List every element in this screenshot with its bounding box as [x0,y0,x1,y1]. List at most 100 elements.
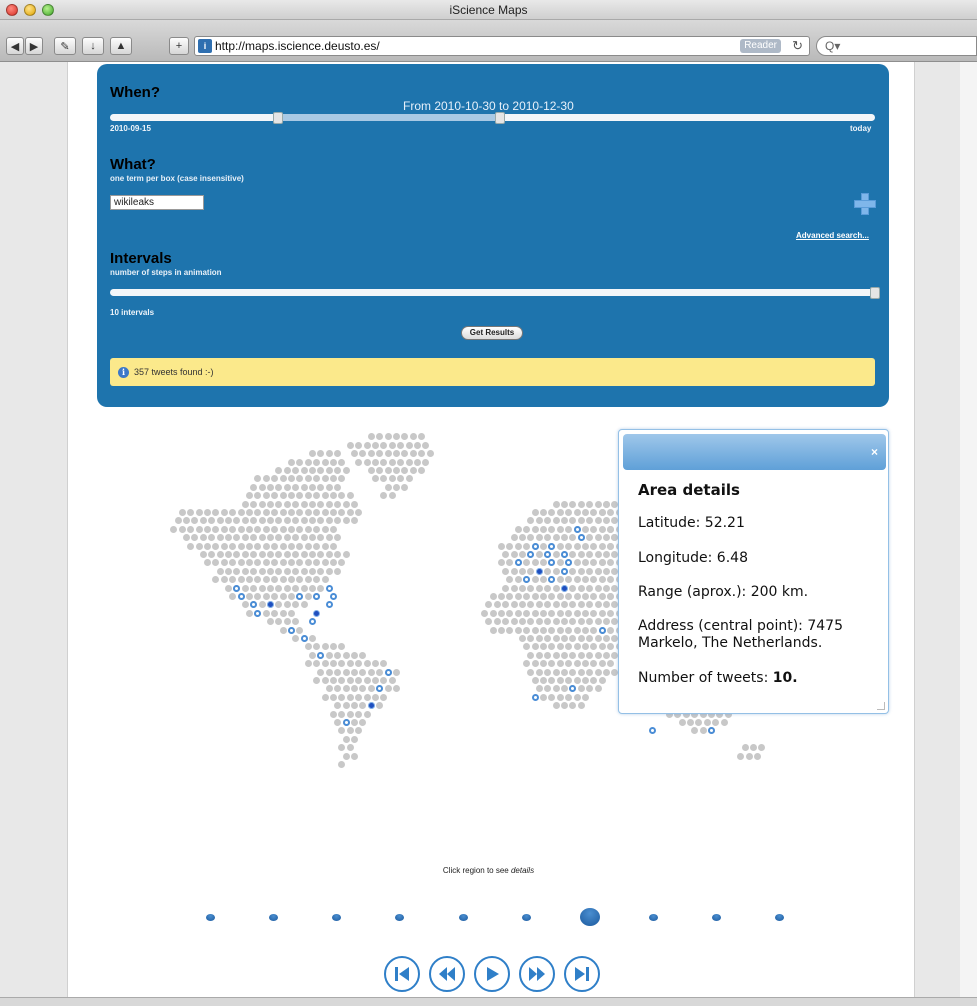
map-region[interactable] [519,584,526,592]
map-region[interactable] [393,668,400,676]
map-region[interactable] [346,727,354,735]
map-region[interactable] [204,559,211,567]
map-region[interactable] [346,677,354,684]
map-region[interactable] [220,576,228,584]
map-region[interactable] [216,517,224,525]
map-region[interactable] [561,685,568,693]
map-region[interactable] [695,719,703,726]
map-region[interactable] [325,651,333,659]
map-region[interactable] [590,609,598,617]
map-region[interactable] [233,517,241,525]
tweet-hotspot[interactable] [548,542,556,550]
map-region[interactable] [241,584,249,592]
map-region[interactable] [334,719,342,726]
map-region[interactable] [334,668,342,676]
map-region[interactable] [582,693,589,701]
intervals-slider-handle[interactable] [870,287,880,299]
map-region[interactable] [325,483,333,491]
map-region[interactable] [187,509,195,516]
map-region[interactable] [351,702,358,710]
map-region[interactable] [586,601,594,609]
map-region[interactable] [502,601,510,609]
map-region[interactable] [304,525,312,533]
map-region[interactable] [741,744,749,752]
map-region[interactable] [556,559,564,567]
map-region[interactable] [292,534,300,542]
map-region[interactable] [330,542,337,550]
map-region[interactable] [426,450,434,458]
map-region[interactable] [246,492,253,500]
map-region[interactable] [204,525,211,533]
map-region[interactable] [325,685,333,693]
tweet-hotspot[interactable] [514,559,522,567]
map-region[interactable] [577,584,585,592]
map-region[interactable] [498,609,505,617]
map-region[interactable] [309,584,316,592]
map-region[interactable] [565,509,573,516]
animation-step[interactable] [522,914,531,921]
map-region[interactable] [510,584,518,592]
map-region[interactable] [325,567,333,575]
map-region[interactable] [355,509,363,516]
map-region[interactable] [552,635,560,642]
map-region[interactable] [527,668,535,676]
map-region[interactable] [246,542,253,550]
animation-step[interactable] [205,914,215,921]
map-region[interactable] [607,626,615,634]
map-region[interactable] [254,509,262,516]
map-region[interactable] [334,467,342,474]
map-region[interactable] [288,492,295,500]
map-region[interactable] [603,651,610,659]
map-region[interactable] [372,441,379,449]
map-region[interactable] [292,618,300,626]
map-region[interactable] [304,559,312,567]
map-region[interactable] [258,551,266,558]
map-region[interactable] [233,534,241,542]
map-region[interactable] [397,475,405,483]
map-region[interactable] [296,559,304,567]
map-region[interactable] [246,593,253,600]
map-region[interactable] [372,677,379,684]
map-region[interactable] [317,483,325,491]
map-region[interactable] [556,660,564,668]
map-region[interactable] [372,475,379,483]
map-region[interactable] [304,593,312,600]
map-region[interactable] [414,458,421,466]
map-region[interactable] [321,677,329,684]
map-region[interactable] [376,668,384,676]
map-region[interactable] [342,467,350,474]
map-region[interactable] [514,609,522,617]
map-region[interactable] [393,450,400,458]
map-region[interactable] [246,525,253,533]
map-region[interactable] [283,567,291,575]
map-region[interactable] [586,551,594,558]
map-region[interactable] [607,609,615,617]
map-region[interactable] [262,576,270,584]
map-region[interactable] [573,626,581,634]
map-region[interactable] [262,593,270,600]
map-region[interactable] [271,525,279,533]
map-region[interactable] [330,525,337,533]
map-region[interactable] [191,534,199,542]
map-region[interactable] [342,651,350,659]
map-region[interactable] [577,551,585,558]
map-region[interactable] [170,525,178,533]
map-region[interactable] [309,635,316,642]
tweet-hotspot[interactable] [330,593,337,600]
map-region[interactable] [271,559,279,567]
map-region[interactable] [288,609,295,617]
map-region[interactable] [502,551,510,558]
map-region[interactable] [300,567,308,575]
map-region[interactable] [359,651,367,659]
map-region[interactable] [514,626,522,634]
map-region[interactable] [317,534,325,542]
map-region[interactable] [519,635,526,642]
map-region[interactable] [309,651,316,659]
tweet-hotspot[interactable] [708,727,715,735]
map-region[interactable] [254,542,262,550]
tweet-hotspot[interactable] [649,727,657,735]
map-region[interactable] [279,609,287,617]
map-region[interactable] [409,450,417,458]
map-region[interactable] [351,500,358,508]
map-region[interactable] [573,509,581,516]
